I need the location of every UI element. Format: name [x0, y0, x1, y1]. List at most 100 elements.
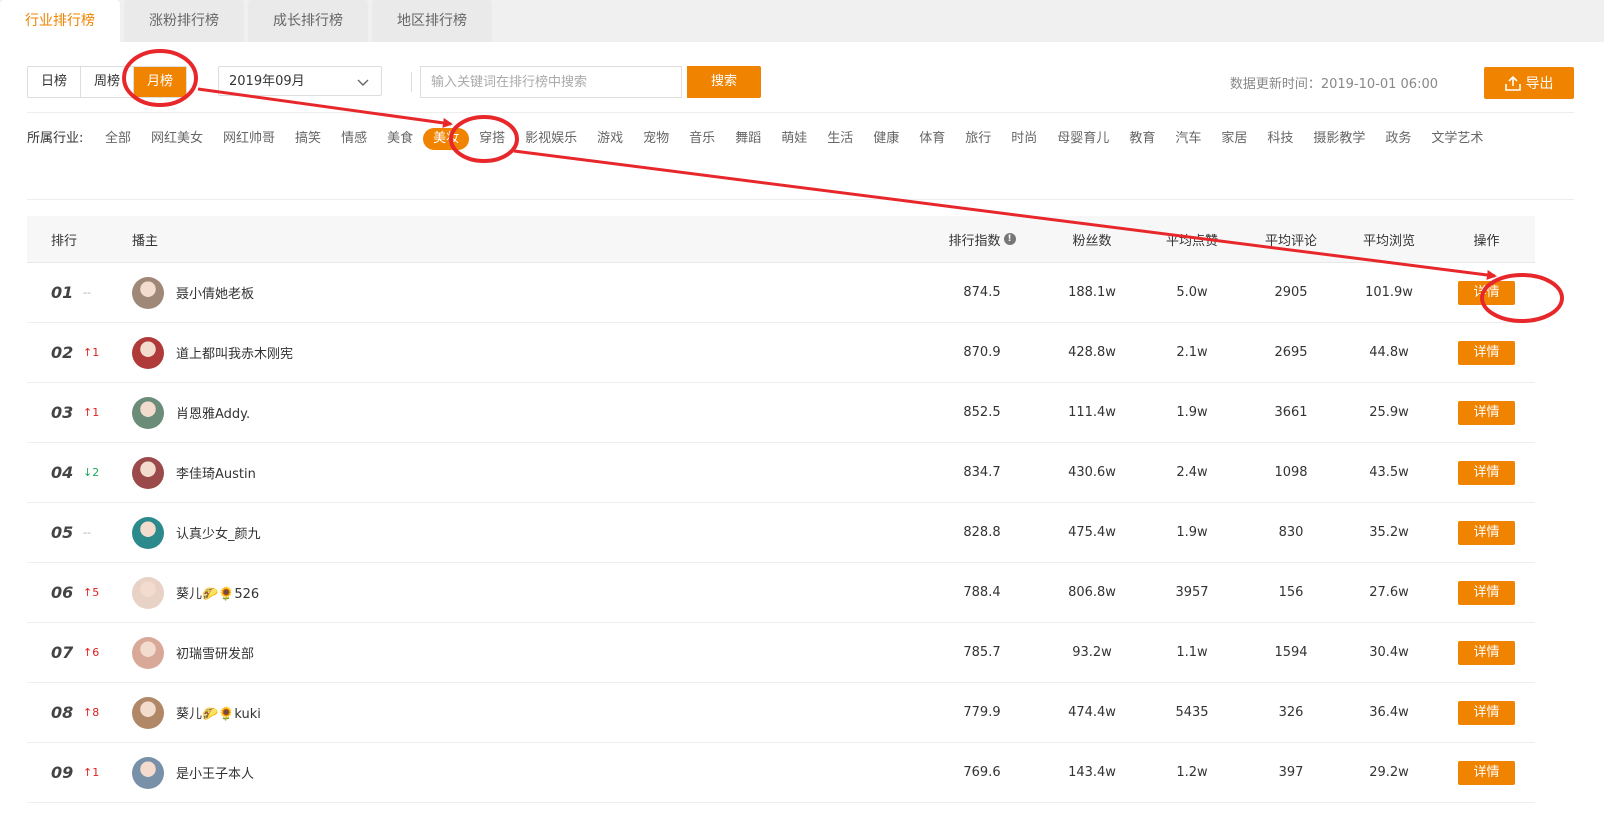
- likes-cell: 5.0w: [1176, 285, 1208, 300]
- views-cell: 36.4w: [1369, 705, 1409, 720]
- industry-item[interactable]: 母婴育儿: [1047, 128, 1119, 150]
- header-likes: 平均点赞: [1165, 233, 1218, 249]
- detail-button[interactable]: 详情: [1458, 640, 1515, 665]
- tab-region-rank[interactable]: 地区排行榜: [372, 0, 492, 42]
- rank-cell: 03 ↑1: [27, 403, 132, 422]
- detail-button[interactable]: 详情: [1458, 280, 1515, 305]
- industry-item[interactable]: 教育: [1119, 128, 1165, 150]
- tab-fans-growth-rank[interactable]: 涨粉排行榜: [124, 0, 244, 42]
- host-name[interactable]: 李佳琦Austin: [176, 463, 256, 482]
- industry-item[interactable]: 体育: [909, 128, 955, 150]
- industry-item[interactable]: 穿搭: [469, 128, 515, 150]
- industry-item[interactable]: 美食: [377, 128, 423, 150]
- op-cell: 详情: [1438, 460, 1535, 485]
- industry-item[interactable]: 政务: [1375, 128, 1421, 150]
- detail-button[interactable]: 详情: [1458, 520, 1515, 545]
- views-cell: 101.9w: [1365, 285, 1413, 300]
- rank-change: ↑8: [83, 706, 100, 719]
- views-cell: 25.9w: [1369, 405, 1409, 420]
- host-name[interactable]: 道上都叫我赤木刚宪: [176, 343, 293, 362]
- industry-item[interactable]: 汽车: [1165, 128, 1211, 150]
- month-select[interactable]: 2019年09月: [218, 66, 382, 96]
- industry-item[interactable]: 摄影教学: [1303, 128, 1375, 150]
- detail-button[interactable]: 详情: [1458, 760, 1515, 785]
- industry-item[interactable]: 旅行: [955, 128, 1001, 150]
- table-row: 09 ↑1 是小王子本人 769.6 143.4w 1.2w 397 29.2w 详情: [27, 743, 1535, 803]
- industry-item[interactable]: 文学艺术: [1421, 128, 1493, 150]
- avatar[interactable]: [132, 756, 164, 789]
- export-label: 导出: [1525, 76, 1554, 92]
- industry-item[interactable]: 网红美女: [141, 128, 213, 150]
- industry-item[interactable]: 时尚: [1001, 128, 1047, 150]
- avatar[interactable]: [132, 576, 164, 609]
- tab-growth-rank[interactable]: 成长排行榜: [248, 0, 368, 42]
- avatar[interactable]: [132, 636, 164, 669]
- period-monthly-button[interactable]: 月榜: [134, 67, 187, 97]
- search-button[interactable]: 搜索: [687, 66, 761, 98]
- avatar[interactable]: [132, 516, 164, 549]
- views-cell: 27.6w: [1369, 585, 1409, 600]
- host-name[interactable]: 葵儿🌮🌻526: [176, 583, 259, 602]
- op-cell: 详情: [1438, 400, 1535, 425]
- export-button[interactable]: 导出: [1484, 67, 1574, 99]
- host-name[interactable]: 认真少女_颜九: [176, 523, 261, 542]
- industry-item[interactable]: 影视娱乐: [515, 128, 587, 150]
- industry-item[interactable]: 音乐: [679, 128, 725, 150]
- header-views: 平均浏览: [1362, 233, 1415, 249]
- avatar[interactable]: [132, 456, 164, 489]
- host-name[interactable]: 肖恩雅Addy.: [176, 403, 250, 422]
- host-name[interactable]: 葵儿🌮🌻kuki: [176, 703, 261, 722]
- toolbar-divider: [411, 72, 412, 92]
- industry-item[interactable]: 家居: [1211, 128, 1257, 150]
- avatar[interactable]: [132, 396, 164, 429]
- fans-cell: 188.1w: [1068, 285, 1116, 300]
- avatar[interactable]: [132, 336, 164, 369]
- views-cell: 30.4w: [1369, 645, 1409, 660]
- host-name[interactable]: 聂小倩她老板: [176, 283, 254, 302]
- rank-change: ↑5: [83, 586, 100, 599]
- rank-change: ↓2: [83, 466, 100, 479]
- comments-cell: 326: [1278, 705, 1304, 720]
- rank-change: ↑6: [83, 646, 100, 659]
- avatar[interactable]: [132, 696, 164, 729]
- industry-item[interactable]: 宠物: [633, 128, 679, 150]
- period-daily-button[interactable]: 日榜: [28, 67, 82, 97]
- host-name[interactable]: 初瑞雪研发部: [176, 643, 254, 662]
- industry-item[interactable]: 科技: [1257, 128, 1303, 150]
- industry-item[interactable]: 网红帅哥: [213, 128, 285, 150]
- industry-item[interactable]: 生活: [817, 128, 863, 150]
- table-row: 01 -- 聂小倩她老板 874.5 188.1w 5.0w 2905 101.9w 详情: [27, 263, 1535, 323]
- likes-cell: 2.1w: [1176, 345, 1208, 360]
- detail-button[interactable]: 详情: [1458, 400, 1515, 425]
- industry-item[interactable]: 萌娃: [771, 128, 817, 150]
- tab-industry-rank[interactable]: 行业排行榜: [0, 0, 120, 42]
- detail-button[interactable]: 详情: [1458, 460, 1515, 485]
- host-name[interactable]: 是小王子本人: [176, 763, 254, 782]
- industry-item[interactable]: 美妆: [423, 128, 470, 150]
- avatar[interactable]: [132, 276, 164, 309]
- comments-cell: 830: [1278, 525, 1304, 540]
- industry-item[interactable]: 健康: [863, 128, 909, 150]
- industry-item[interactable]: 情感: [331, 128, 377, 150]
- table-row: 07 ↑6 初瑞雪研发部 785.7 93.2w 1.1w 1594 30.4w 详情: [27, 623, 1535, 683]
- header-comments: 平均评论: [1264, 233, 1317, 249]
- industry-item[interactable]: 全部: [95, 128, 141, 150]
- industry-item[interactable]: 舞蹈: [725, 128, 771, 150]
- month-select-value: 2019年09月: [229, 74, 305, 89]
- industry-label: 所属行业:: [27, 131, 84, 146]
- industry-item[interactable]: 游戏: [587, 128, 633, 150]
- search-input[interactable]: [420, 66, 682, 98]
- detail-button[interactable]: 详情: [1458, 580, 1515, 605]
- likes-cell: 1.9w: [1176, 525, 1208, 540]
- views-cell: 35.2w: [1369, 525, 1409, 540]
- detail-button[interactable]: 详情: [1458, 700, 1515, 725]
- period-toggle: 日榜 周榜 月榜: [27, 66, 188, 98]
- industry-item[interactable]: 搞笑: [285, 128, 331, 150]
- rank-change: ↑1: [83, 406, 100, 419]
- period-weekly-button[interactable]: 周榜: [81, 67, 135, 97]
- rank-cell: 08 ↑8: [27, 703, 132, 722]
- rank-cell: 06 ↑5: [27, 583, 132, 602]
- detail-button[interactable]: 详情: [1458, 340, 1515, 365]
- header-fans: 粉丝数: [1072, 233, 1112, 249]
- info-icon[interactable]: !: [1003, 233, 1016, 245]
